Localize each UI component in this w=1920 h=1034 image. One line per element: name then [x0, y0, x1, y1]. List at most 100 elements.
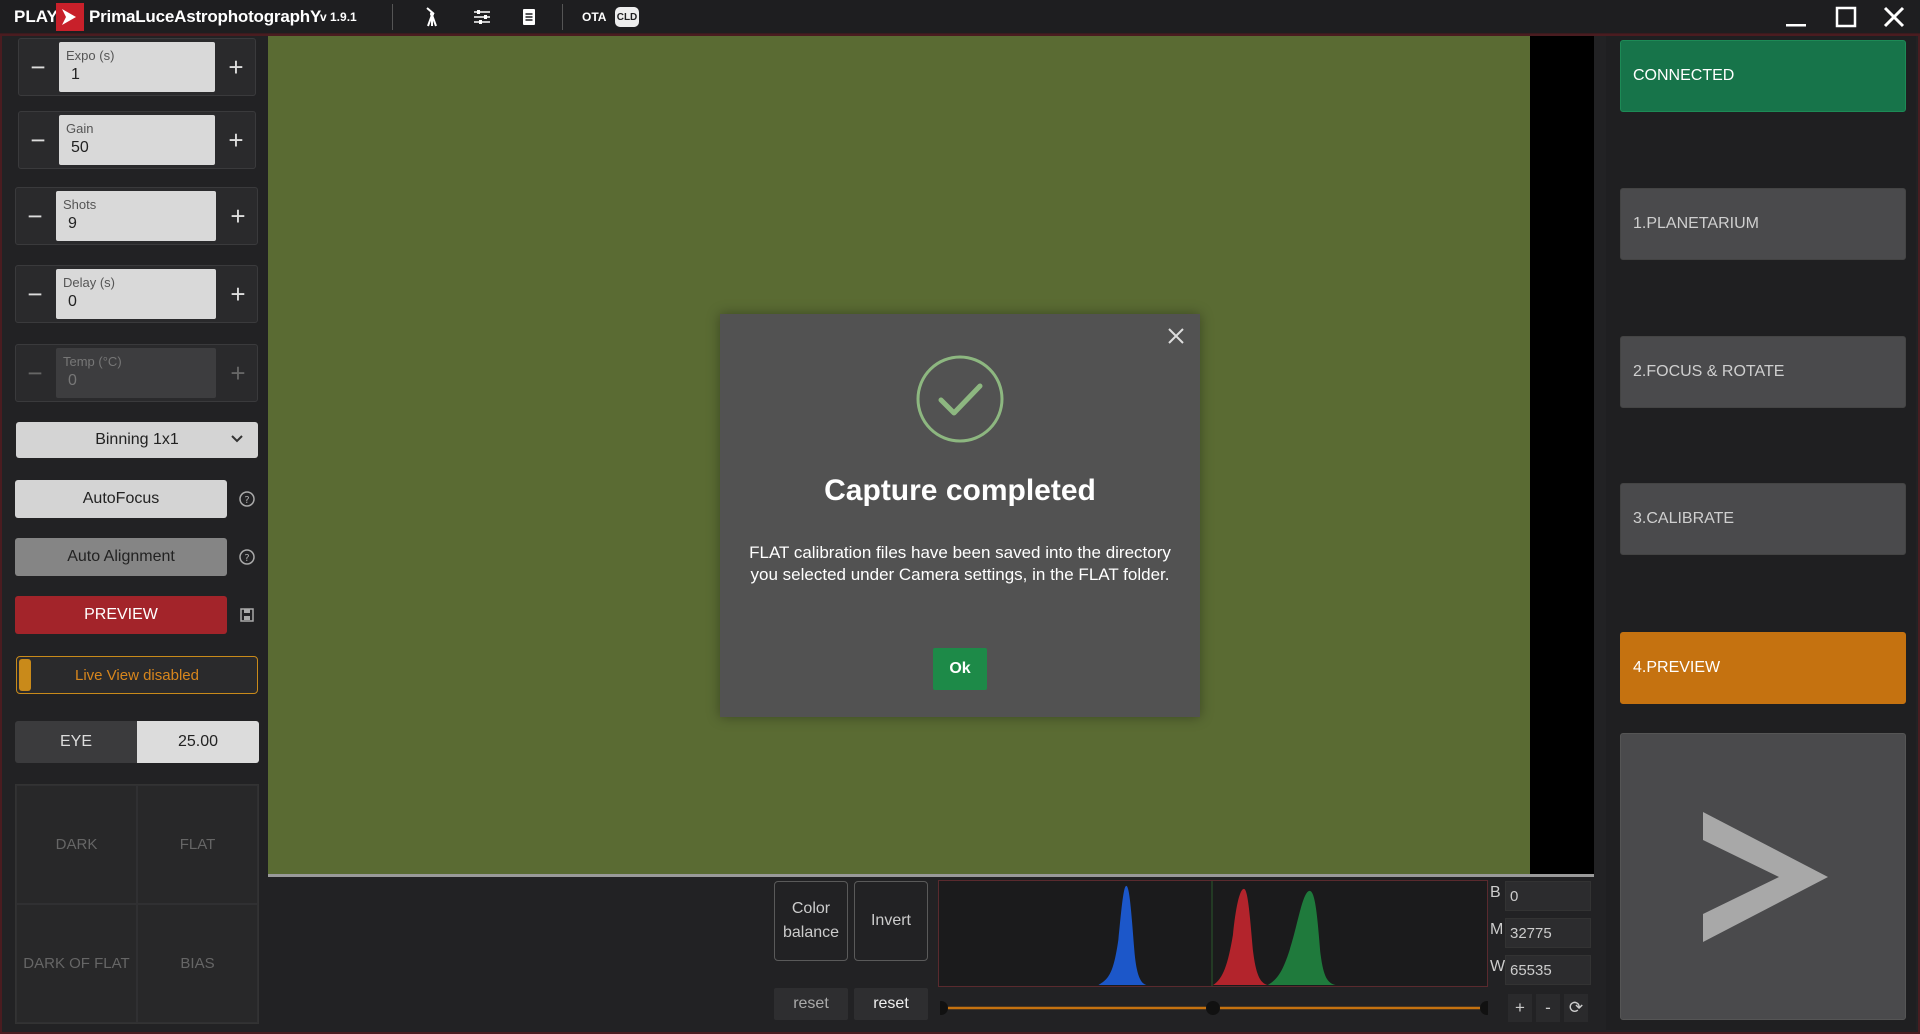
expo-value: 1 [71, 66, 80, 83]
cld-button[interactable]: CLD [615, 7, 639, 27]
white-point-handle[interactable] [1480, 1001, 1488, 1015]
gain-stepper: − Gain 50 + [18, 111, 256, 169]
dark-button[interactable]: DARK [16, 785, 137, 904]
histogram-blue-peak [1098, 885, 1147, 986]
viewer-divider [268, 874, 1594, 877]
preview-step-button[interactable]: 4.PREVIEW [1620, 632, 1906, 704]
temp-field[interactable]: Temp (°C) 0 [56, 348, 216, 398]
binning-value: Binning 1x1 [95, 431, 179, 448]
ota-button[interactable]: OTA [582, 0, 606, 34]
bias-button[interactable]: BIAS [137, 904, 258, 1023]
autofocus-button[interactable]: AutoFocus [15, 480, 227, 518]
delay-field[interactable]: Delay (s) 0 [56, 269, 216, 319]
document-icon[interactable] [517, 5, 541, 29]
chevron-down-icon [231, 435, 243, 443]
m-value-field[interactable]: 32775 [1505, 918, 1591, 948]
temp-value: 0 [68, 372, 77, 389]
reset-color-balance-button[interactable]: reset [774, 988, 848, 1020]
app-name: PrimaLuceAstrophotographY [89, 7, 322, 26]
sliders-icon[interactable] [470, 5, 494, 29]
delay-decrement-button[interactable]: − [16, 266, 54, 322]
calibrate-button[interactable]: 3.CALIBRATE [1620, 483, 1906, 555]
connected-button[interactable]: CONNECTED [1620, 40, 1906, 112]
levels-slider[interactable] [940, 998, 1488, 1018]
app-version: v 1.9.1 [320, 10, 357, 24]
delay-increment-button[interactable]: + [219, 266, 257, 322]
capture-completed-dialog: Capture completed FLAT calibration files… [720, 314, 1200, 717]
svg-text:?: ? [244, 495, 249, 506]
temp-decrement-button[interactable]: − [16, 345, 54, 401]
shots-label: Shots [63, 197, 97, 212]
close-icon[interactable] [1164, 324, 1188, 348]
shots-decrement-button[interactable]: − [16, 188, 54, 244]
temp-increment-button[interactable]: + [219, 345, 257, 401]
minimize-button[interactable] [1778, 2, 1814, 32]
zoom-out-button[interactable]: - [1536, 994, 1560, 1022]
shots-increment-button[interactable]: + [219, 188, 257, 244]
b-label: B [1490, 884, 1501, 901]
expo-label: Expo (s) [66, 48, 115, 63]
help-icon[interactable]: ? [238, 490, 256, 508]
color-balance-button[interactable]: Color balance [774, 881, 848, 961]
ok-button[interactable]: Ok [933, 648, 987, 690]
brand-play: PLAY [14, 7, 58, 26]
zoom-in-button[interactable]: + [1508, 994, 1532, 1022]
flat-button[interactable]: FLAT [137, 785, 258, 904]
save-icon[interactable] [238, 606, 256, 624]
check-circle-icon [916, 355, 1004, 443]
close-window-button[interactable] [1876, 2, 1912, 32]
reset-invert-button[interactable]: reset [854, 988, 928, 1020]
svg-text:?: ? [244, 553, 249, 564]
expo-decrement-button[interactable]: − [19, 39, 57, 95]
delay-stepper: − Delay (s) 0 + [15, 265, 258, 323]
close-icon [1883, 6, 1905, 28]
dark-of-flat-button[interactable]: DARK OF FLAT [16, 904, 137, 1023]
chevron-right-icon [1703, 811, 1828, 942]
expo-field[interactable]: Expo (s) 1 [59, 42, 215, 92]
dialog-title: Capture completed [824, 474, 1096, 507]
minimize-icon [1786, 24, 1806, 27]
toggle-knob [19, 659, 31, 691]
gain-field[interactable]: Gain 50 [59, 115, 215, 165]
expo-stepper: − Expo (s) 1 + [18, 38, 256, 96]
eye-button[interactable]: EYE [15, 721, 137, 763]
focus-rotate-button[interactable]: 2.FOCUS & ROTATE [1620, 336, 1906, 408]
m-label: M [1490, 921, 1504, 938]
w-value-field[interactable]: 65535 [1505, 955, 1591, 985]
brand-logo-icon [56, 3, 84, 31]
next-button[interactable] [1620, 733, 1906, 1020]
w-label: W [1490, 958, 1506, 975]
gain-label: Gain [66, 121, 94, 136]
telescope-icon[interactable] [420, 5, 444, 29]
gain-decrement-button[interactable]: − [19, 112, 57, 168]
shots-value: 9 [68, 215, 77, 232]
live-view-toggle[interactable]: Live View disabled [16, 656, 258, 694]
temp-label: Temp (°C) [63, 354, 122, 369]
left-panel: − Expo (s) 1 + − Gain 50 + − Shots 9 + − [6, 36, 268, 1030]
calibration-grid: DARK FLAT DARK OF FLAT BIAS [15, 784, 259, 1024]
planetarium-button[interactable]: 1.PLANETARIUM [1620, 188, 1906, 260]
black-point-handle[interactable] [940, 1001, 948, 1015]
maximize-button[interactable] [1828, 2, 1864, 32]
gain-increment-button[interactable]: + [217, 112, 255, 168]
invert-button[interactable]: Invert [854, 881, 928, 961]
help-icon[interactable]: ? [238, 548, 256, 566]
live-view-label: Live View disabled [75, 666, 199, 684]
image-viewer-edge [1530, 36, 1594, 874]
b-value-field[interactable]: 0 [1505, 881, 1591, 911]
auto-alignment-button[interactable]: Auto Alignment [15, 538, 227, 576]
shots-field[interactable]: Shots 9 [56, 191, 216, 241]
toolbar-divider [392, 4, 393, 30]
right-panel: CONNECTED 1.PLANETARIUM 2.FOCUS & ROTATE… [1606, 36, 1916, 1030]
gain-value: 50 [71, 139, 89, 156]
app-window: PLAY PrimaLuceAstrophotographY v 1.9.1 O… [0, 0, 1920, 1034]
midtone-handle[interactable] [1206, 1001, 1220, 1015]
shots-stepper: − Shots 9 + [15, 187, 258, 245]
histogram-red-peak [1213, 888, 1268, 986]
eye-value-field[interactable]: 25.00 [137, 721, 259, 763]
refresh-button[interactable]: ⟳ [1564, 994, 1588, 1022]
preview-button[interactable]: PREVIEW [15, 596, 227, 634]
binning-select[interactable]: Binning 1x1 [16, 422, 258, 458]
expo-increment-button[interactable]: + [217, 39, 255, 95]
histogram-green-peak [1267, 890, 1336, 986]
